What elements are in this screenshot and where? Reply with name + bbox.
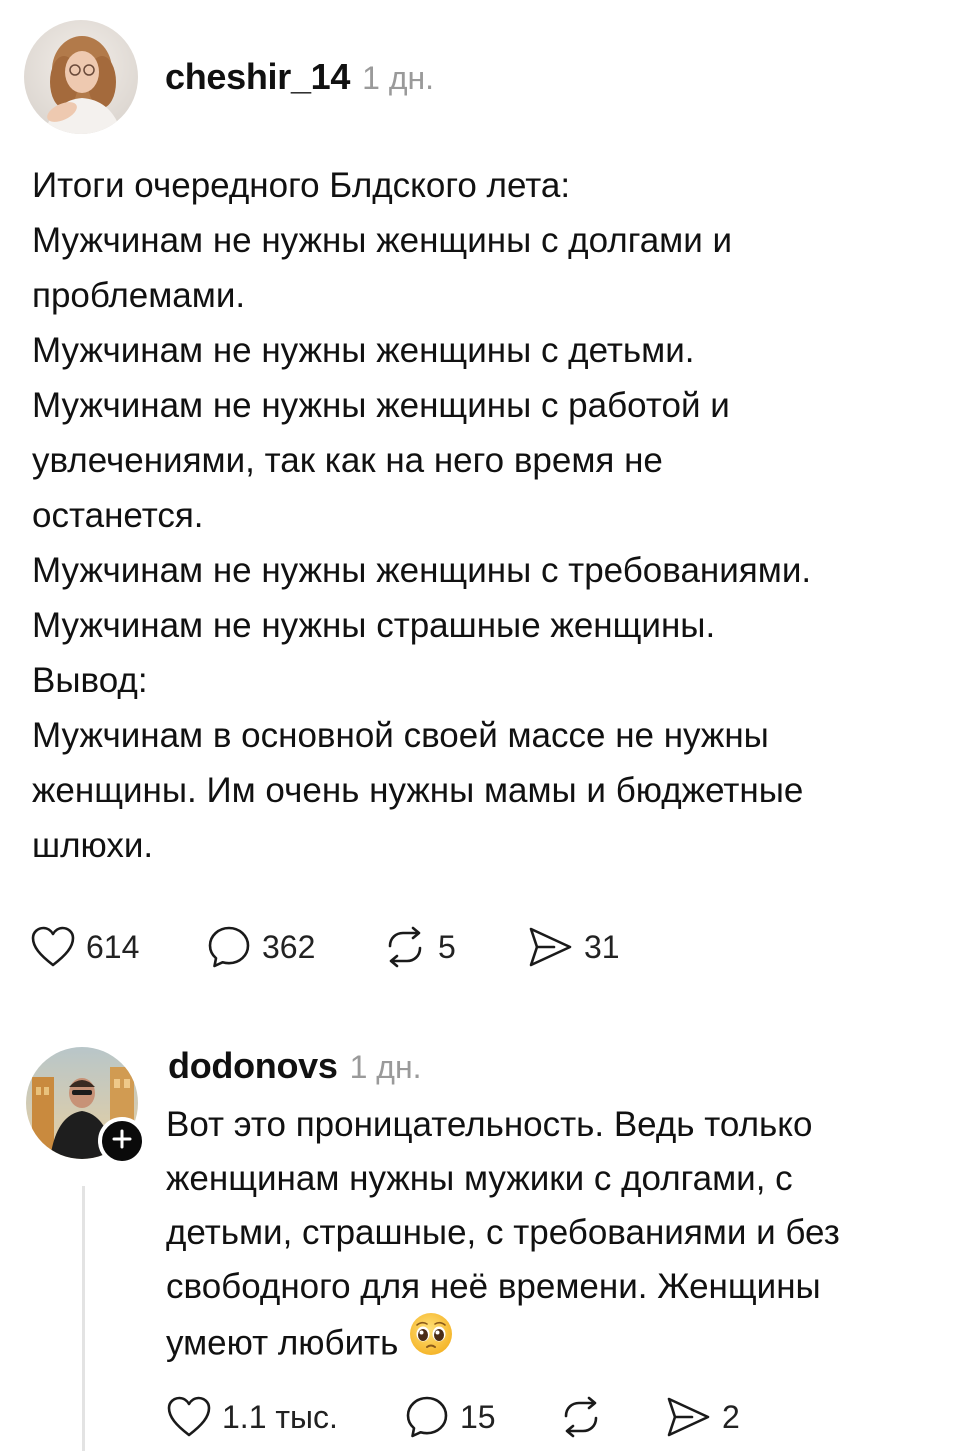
reply-text-line: Вот это проницательность. Ведь только: [166, 1105, 813, 1144]
speech-bubble-icon: [404, 1394, 450, 1440]
reply-actions: 1.1 тыс. 15 2: [166, 1392, 926, 1442]
reply-text-line: свободного для неё времени. Женщины: [166, 1267, 821, 1306]
reply-comment-count: 15: [460, 1398, 496, 1435]
post-text-line: шлюхи.: [32, 826, 154, 865]
share-count: 31: [584, 928, 620, 965]
reply-like-button[interactable]: 1.1 тыс.: [166, 1392, 338, 1442]
heart-icon: [30, 925, 76, 969]
speech-bubble-icon: [206, 924, 252, 970]
reply-like-count: 1.1 тыс.: [222, 1398, 338, 1435]
reply-last-line: умеют любить: [166, 1313, 840, 1368]
like-count: 614: [86, 928, 140, 965]
post-text-line: Вывод:: [32, 661, 148, 700]
reply-text-line: умеют любить: [166, 1323, 399, 1363]
reply-share-button[interactable]: 2: [664, 1392, 740, 1442]
plus-icon: [111, 1128, 133, 1155]
post-text-line: Мужчинам не нужны женщины с детьми.: [32, 331, 695, 370]
repost-button[interactable]: 5: [382, 922, 456, 972]
reply-timestamp: 1 дн.: [349, 1049, 422, 1085]
paper-plane-icon: [526, 924, 574, 970]
repost-arrows-icon: [558, 1394, 604, 1440]
post-text-line: проблемами.: [32, 276, 246, 315]
thread-line: [82, 1186, 85, 1451]
reply-author-username[interactable]: dodonovs: [168, 1045, 338, 1087]
post-text-line: Мужчинам не нужны женщины с работой и: [32, 386, 730, 425]
repost-arrows-icon: [382, 924, 428, 970]
author-username[interactable]: cheshir_14: [165, 56, 350, 98]
post-actions: 614 362 5 31: [30, 922, 930, 972]
post-text-line: Итоги очередного Блдского лета:: [32, 166, 571, 205]
reply-body: Вот это проницательность. Ведь только же…: [166, 1098, 840, 1368]
post-text-line: женщины. Им очень нужны мамы и бюджетные: [32, 771, 804, 810]
heart-icon: [166, 1395, 212, 1439]
post-body: Итоги очередного Блдского лета: Мужчинам…: [32, 158, 811, 873]
reply-comment-button[interactable]: 15: [404, 1392, 496, 1442]
post-text-line: увлечениями, так как на него время не: [32, 441, 663, 480]
reply-text-line: женщинам нужны мужики с долгами, с: [166, 1159, 793, 1198]
post-text-line: Мужчинам не нужны женщины с требованиями…: [32, 551, 812, 590]
comment-count: 362: [262, 928, 316, 965]
repost-count: 5: [438, 928, 456, 965]
share-button[interactable]: 31: [526, 922, 620, 972]
reply-text-line: детьми, страшные, с требованиями и без: [166, 1213, 840, 1252]
follow-button[interactable]: [98, 1117, 146, 1165]
comment-button[interactable]: 362: [206, 922, 315, 972]
paper-plane-icon: [664, 1394, 712, 1440]
post-text-line: останется.: [32, 496, 204, 535]
like-button[interactable]: 614: [30, 922, 139, 972]
post-text-line: Мужчинам в основной своей массе не нужны: [32, 716, 769, 755]
reply-share-count: 2: [722, 1398, 740, 1435]
reply-repost-button[interactable]: [558, 1392, 604, 1442]
post-text-line: Мужчинам не нужны страшные женщины.: [32, 606, 716, 645]
pleading-face-emoji: [408, 1311, 454, 1373]
author-avatar[interactable]: [24, 20, 138, 134]
post-timestamp: 1 дн.: [362, 60, 435, 96]
post-text-line: Мужчинам не нужны женщины с долгами и: [32, 221, 733, 260]
